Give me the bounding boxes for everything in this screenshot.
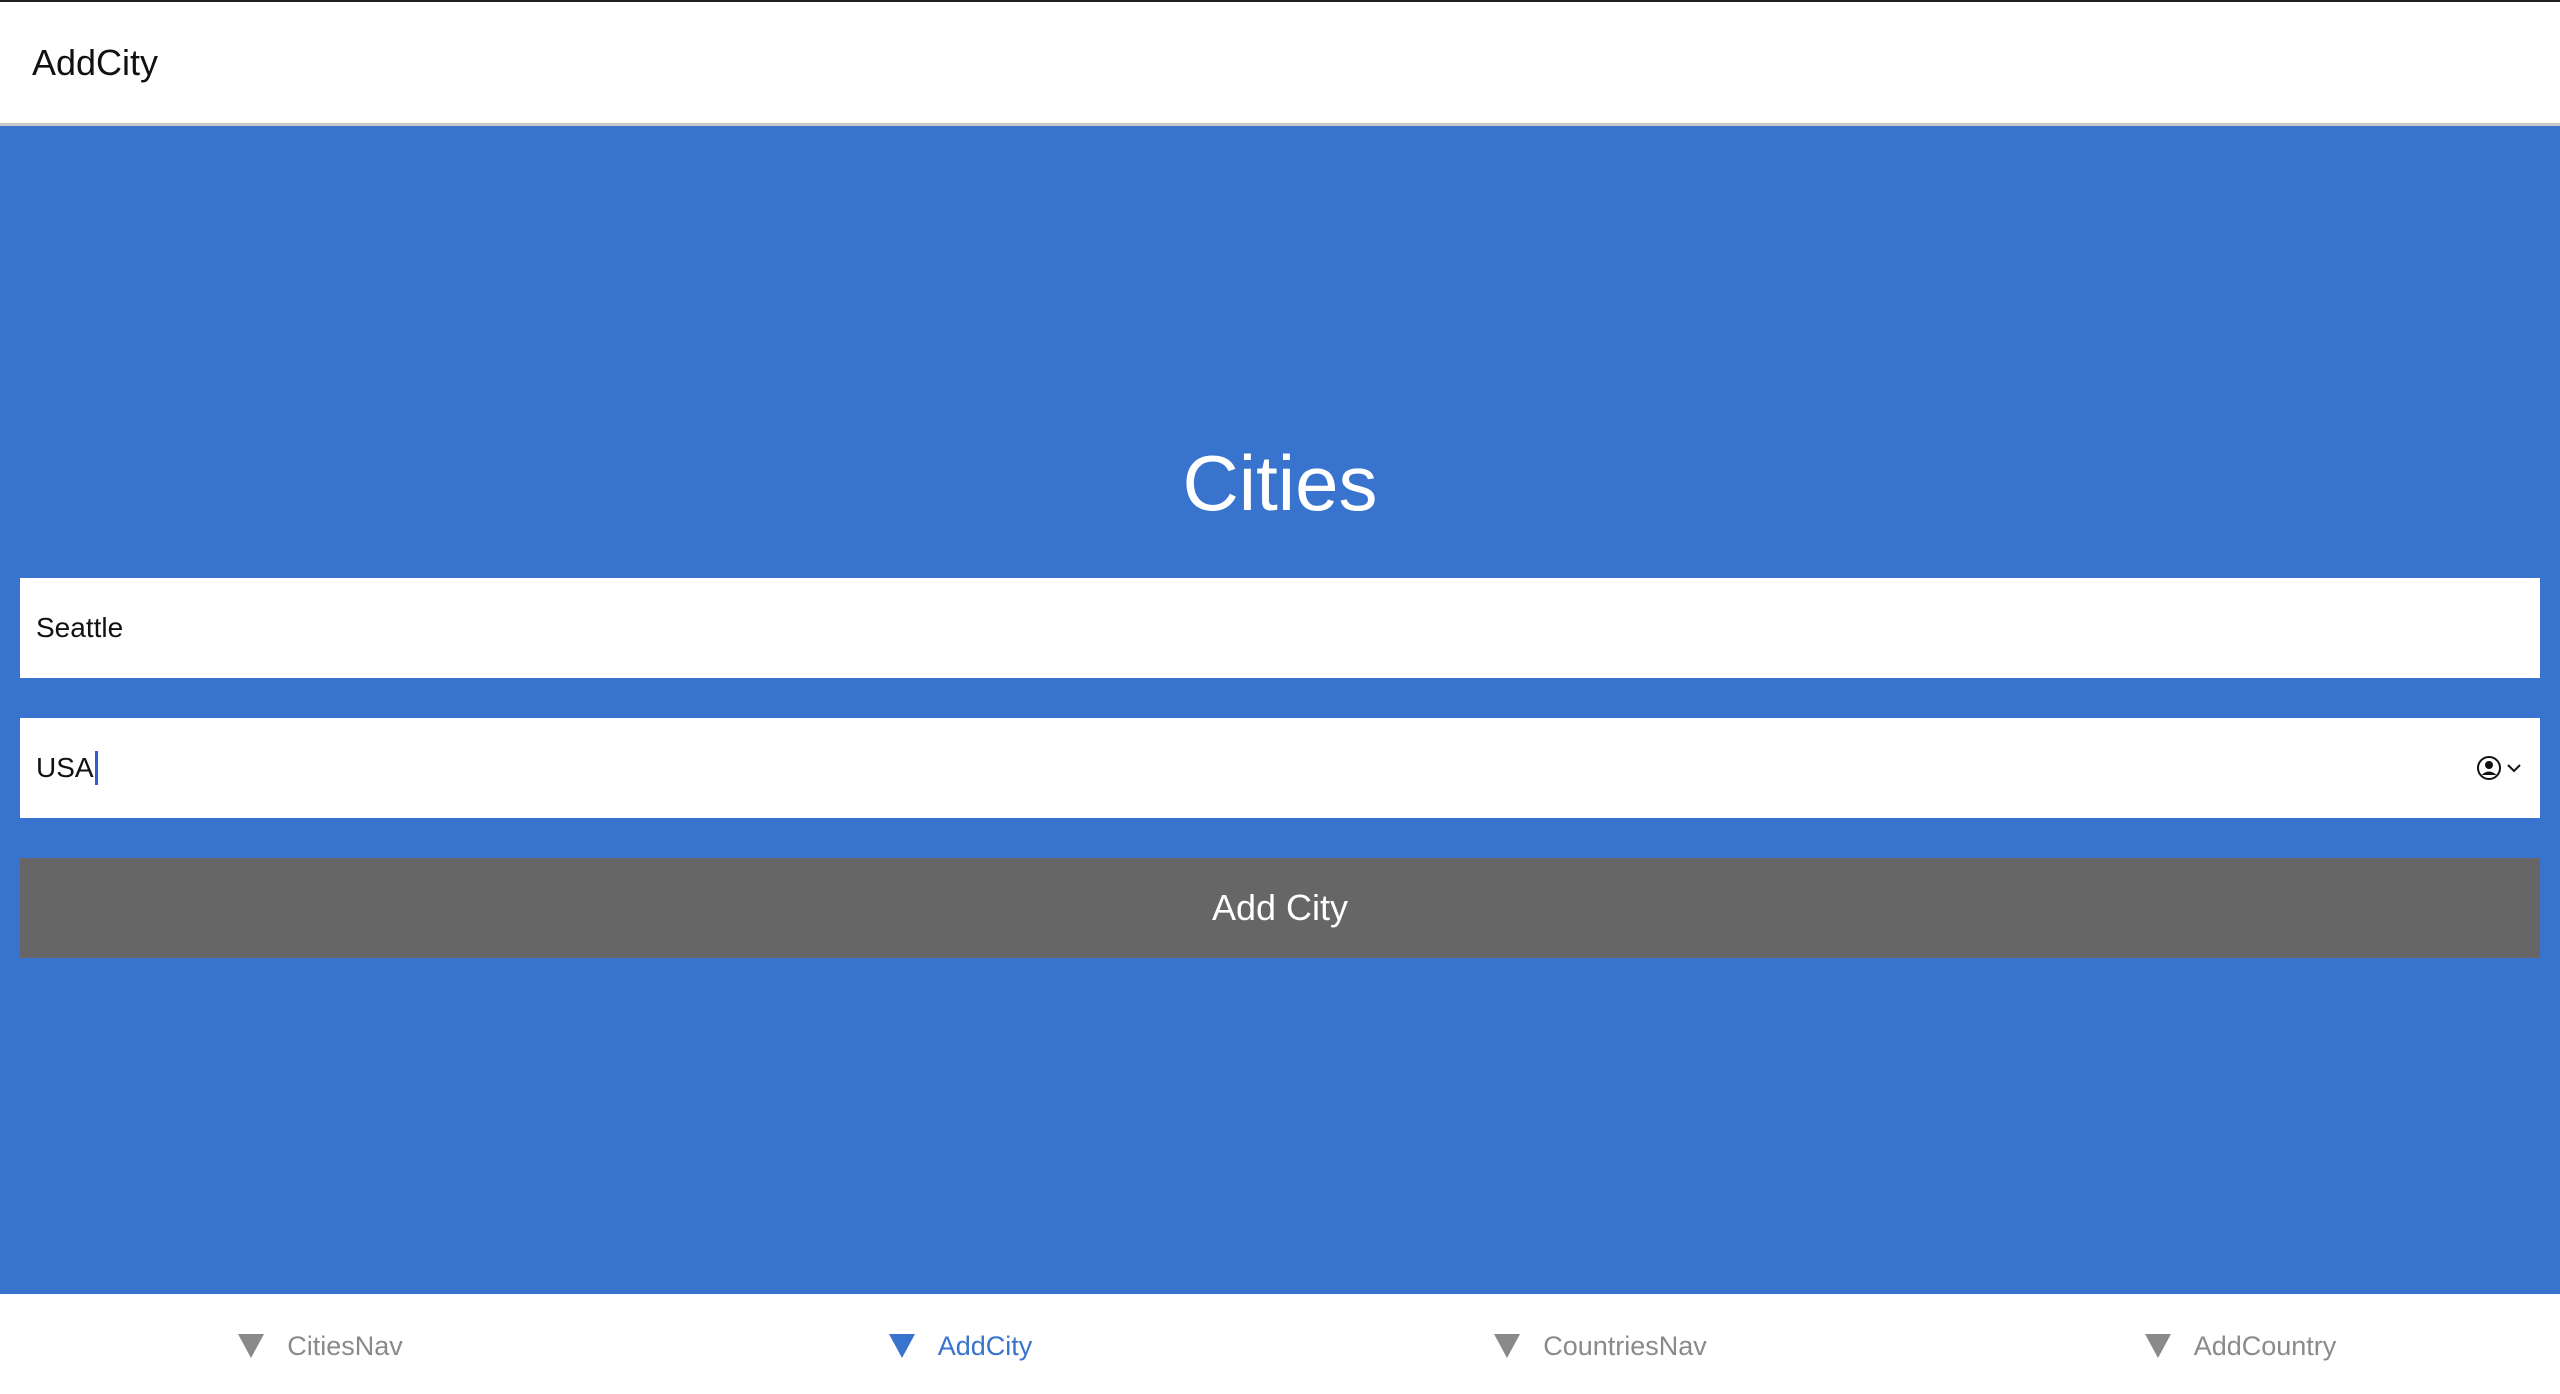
tab-label: AddCountry (2193, 1330, 2337, 1361)
contact-autofill-icon (2476, 755, 2502, 781)
contact-autofill-button[interactable] (2476, 755, 2522, 781)
country-name-value: USA (36, 752, 94, 783)
tab-bar: CitiesNav AddCity CountriesNav AddCountr… (0, 1294, 2560, 1394)
page-title: Cities (1182, 439, 1378, 527)
country-name-input[interactable]: USA (36, 751, 2476, 785)
triangle-down-icon (1493, 1333, 1521, 1359)
tab-label: AddCity (937, 1330, 1033, 1361)
app-window: AddCity Cities Seattle USA Add City Citi… (0, 0, 2560, 1394)
main-content: Cities Seattle USA Add City (0, 126, 2560, 1294)
add-city-button[interactable]: Add City (20, 858, 2540, 958)
city-name-field[interactable]: Seattle (20, 578, 2540, 678)
chevron-down-icon (2506, 762, 2522, 774)
text-cursor (94, 751, 98, 785)
tab-label: CountriesNav (1543, 1330, 1707, 1361)
tab-addcountry[interactable]: AddCountry (1920, 1294, 2560, 1394)
triangle-down-icon (237, 1333, 265, 1359)
header-title: AddCity (32, 41, 159, 83)
country-name-field[interactable]: USA (20, 718, 2540, 818)
city-name-value[interactable]: Seattle (36, 612, 2522, 644)
tab-label: CitiesNav (287, 1330, 403, 1361)
triangle-down-icon (2144, 1333, 2172, 1359)
tab-citiesnav[interactable]: CitiesNav (0, 1294, 640, 1394)
navigation-header: AddCity (0, 2, 2560, 126)
tab-addcity[interactable]: AddCity (640, 1294, 1280, 1394)
triangle-down-icon (888, 1333, 916, 1359)
tab-countriesnav[interactable]: CountriesNav (1280, 1294, 1920, 1394)
